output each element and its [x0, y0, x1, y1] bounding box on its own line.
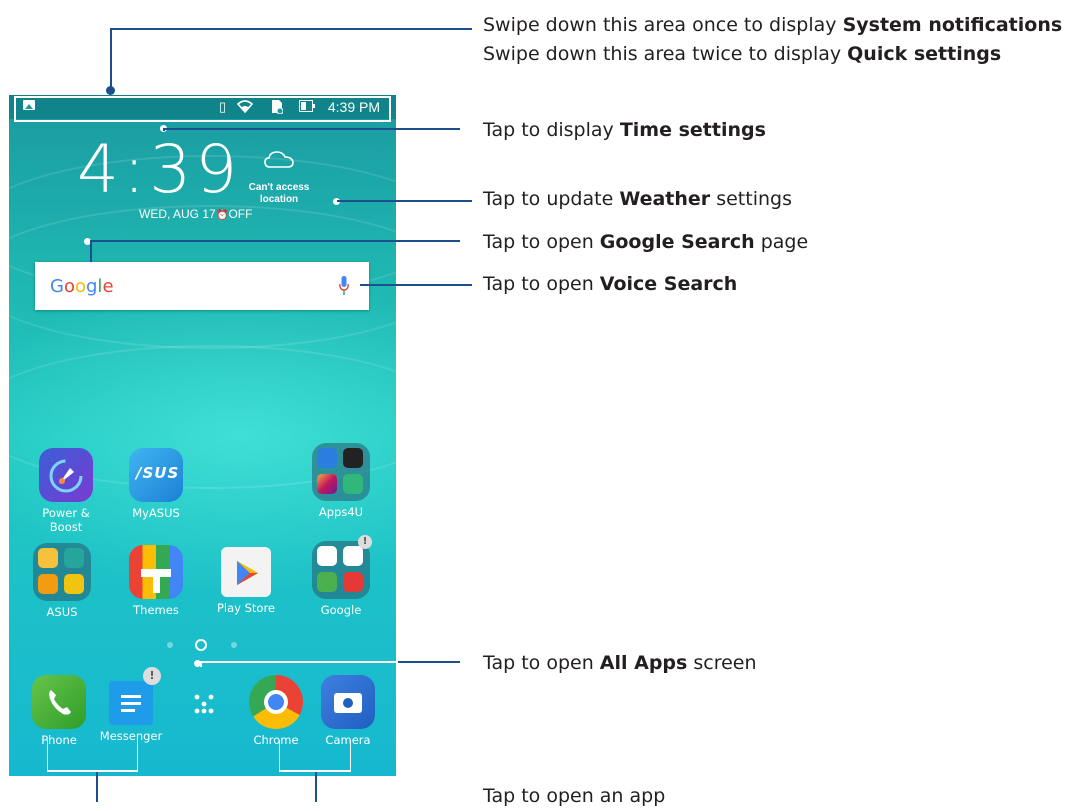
callout-line-inner — [200, 661, 396, 663]
alarm-clock-icon: ⏰ — [216, 210, 229, 221]
app-bracket — [47, 770, 138, 772]
folder-apps4u[interactable]: Apps4U — [301, 443, 381, 519]
app-myasus[interactable]: /SUS MyASUS — [116, 448, 196, 520]
app-chrome[interactable]: Chrome — [236, 675, 316, 747]
mic-icon[interactable] — [339, 276, 349, 296]
callout-line — [398, 661, 460, 663]
google-logo: Google — [50, 276, 114, 297]
callout-line — [110, 28, 472, 30]
app-bracket — [279, 740, 280, 770]
annotation-quick-settings: Swipe down this area twice to display Qu… — [483, 43, 1002, 65]
annotation-google-search: Tap to open Google Search page — [483, 231, 809, 253]
page-dot[interactable] — [167, 642, 173, 648]
youtube-mini-icon — [343, 572, 363, 592]
themes-icon — [129, 545, 183, 599]
chrome-icon — [249, 675, 303, 729]
weather-line-2: location — [259, 194, 299, 205]
weather-line-1: Can't access — [248, 182, 310, 193]
alarm-status: ⏰OFF — [216, 207, 253, 221]
app-camera[interactable]: Camera — [308, 675, 388, 747]
callout-line — [360, 284, 472, 286]
google-folder-icon: ! — [312, 535, 372, 599]
app-bracket — [137, 740, 138, 770]
play-store-icon — [221, 547, 271, 597]
tripadvisor-mini-icon — [343, 474, 363, 494]
notification-badge: ! — [143, 667, 161, 685]
app-bracket — [47, 740, 48, 770]
callout-line — [96, 772, 98, 802]
callout-line — [90, 240, 460, 242]
app-play-store[interactable]: Play Store — [206, 547, 286, 615]
all-apps-button[interactable] — [164, 675, 244, 732]
callout-line — [163, 128, 165, 131]
annotation-all-apps: Tap to open All Apps screen — [483, 652, 757, 674]
callout-line — [337, 200, 472, 202]
kindle-mini-icon — [343, 448, 363, 468]
callout-line-inner — [200, 661, 202, 667]
annotation-system-notifications: Swipe down this area once to display Sys… — [483, 14, 1063, 36]
apps4u-folder-icon — [312, 443, 370, 501]
gmail-mini-icon — [343, 546, 363, 566]
callout-line — [90, 240, 92, 262]
maps-mini-icon — [317, 572, 337, 592]
phone-home-screen: ▯ 4:39 PM 4:39 WED, AUG 17 ⏰OFF Can't ac… — [9, 95, 396, 776]
callout-line — [110, 28, 112, 90]
asus-mini-icon — [38, 548, 58, 568]
app-power-boost[interactable]: Power & Boost — [26, 448, 106, 534]
phone-icon — [32, 675, 86, 729]
skype-mini-icon — [317, 448, 337, 468]
annotation-open-app: Tap to open an app — [483, 785, 666, 807]
folder-google[interactable]: ! Google — [301, 535, 381, 617]
callout-line — [315, 772, 317, 802]
asus-mini-icon — [64, 574, 84, 594]
page-dot-home[interactable] — [195, 639, 207, 651]
callout-line — [163, 128, 460, 130]
asus-folder-icon — [33, 543, 91, 601]
app-phone[interactable]: Phone — [19, 675, 99, 747]
instagram-mini-icon — [317, 474, 337, 494]
power-boost-icon — [39, 448, 93, 502]
page-dot[interactable] — [231, 642, 237, 648]
asus-mini-icon — [64, 548, 84, 568]
weather-status[interactable]: Can't access location — [245, 182, 313, 206]
clock-time[interactable]: 4:39 — [77, 135, 241, 205]
app-messenger[interactable]: ! Messenger — [91, 667, 171, 743]
all-apps-icon — [194, 694, 214, 714]
cloud-icon[interactable] — [264, 150, 294, 168]
status-bar-highlight-frame — [14, 96, 391, 122]
myasus-icon: /SUS — [129, 448, 183, 502]
google-mini-icon — [317, 546, 337, 566]
messenger-icon: ! — [109, 667, 161, 725]
annotation-weather: Tap to update Weather settings — [483, 188, 792, 210]
google-search-bar[interactable]: Google — [35, 262, 369, 310]
app-bracket — [350, 740, 351, 770]
folder-asus[interactable]: ASUS — [22, 543, 102, 619]
notification-badge: ! — [358, 535, 372, 549]
asus-mini-icon — [38, 574, 58, 594]
annotation-voice-search: Tap to open Voice Search — [483, 273, 738, 295]
clock-date: WED, AUG 17 — [139, 207, 216, 221]
annotation-time-settings: Tap to display Time settings — [483, 119, 766, 141]
camera-icon — [321, 675, 375, 729]
app-themes[interactable]: Themes — [116, 545, 196, 617]
